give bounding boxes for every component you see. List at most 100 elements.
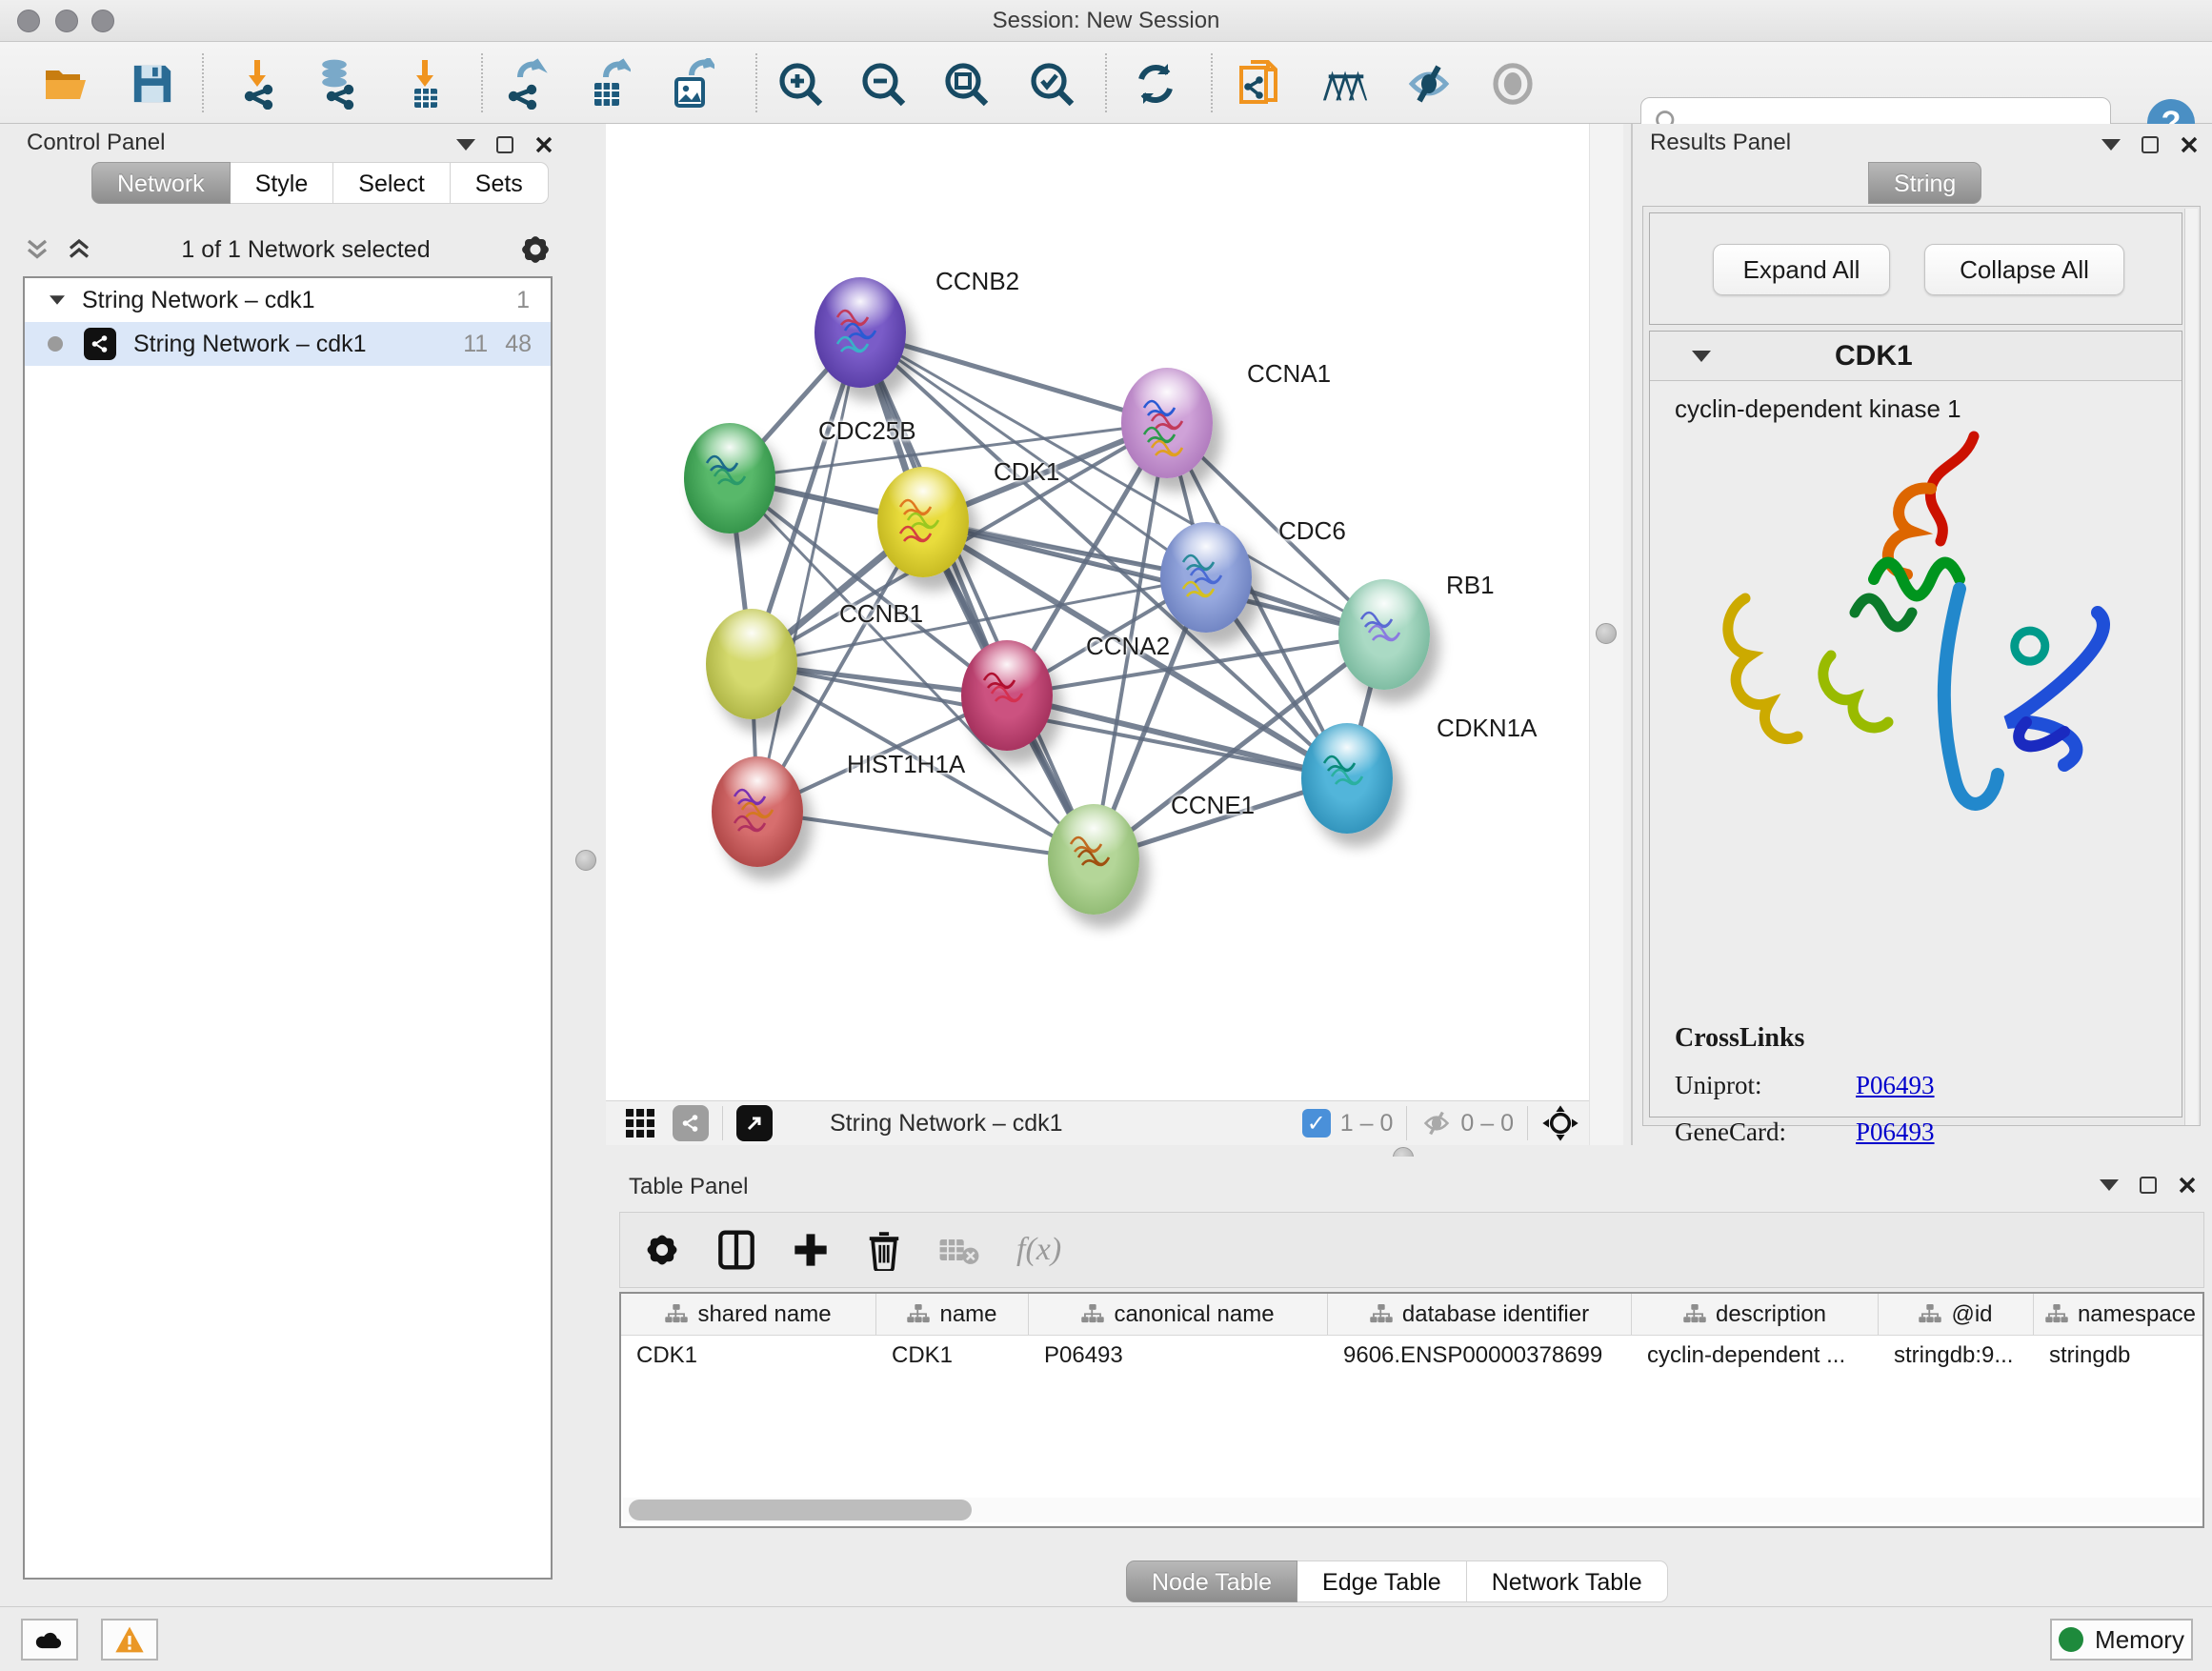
export-table-icon[interactable] [582,59,632,109]
column-header-name[interactable]: name [876,1294,1029,1335]
add-column-icon[interactable] [792,1231,830,1269]
network-node-cdk1[interactable] [877,467,969,577]
network-node-hist1h1a[interactable] [712,756,803,867]
network-node-cdc25b[interactable] [684,423,775,534]
tab-sets[interactable]: Sets [451,162,549,204]
tab-network[interactable]: Network [91,162,231,204]
warning-button[interactable] [101,1619,158,1661]
network-node-cdkn1a[interactable] [1301,723,1393,834]
network-view-icon[interactable] [673,1105,709,1141]
tab-style[interactable]: Style [231,162,334,204]
collapse-all-button[interactable]: Collapse All [1924,244,2124,295]
node-label-ccna2: CCNA2 [1086,632,1170,661]
left-splitter-handle[interactable] [575,850,596,871]
zoom-in-icon[interactable] [775,59,825,109]
column-header-namespace[interactable]: namespace [2034,1294,2204,1335]
network-node-ccna2[interactable] [961,640,1053,751]
export-network-icon[interactable] [502,59,552,109]
network-row-selected[interactable]: String Network – cdk1 11 48 [25,322,551,366]
table-cell[interactable]: stringdb:9... [1879,1336,2034,1378]
column-header-@id[interactable]: @id [1879,1294,2034,1335]
tab-edge-table[interactable]: Edge Table [1297,1560,1467,1602]
hide-eye-icon[interactable] [1404,59,1454,109]
network-node-ccne1[interactable] [1048,804,1139,915]
gene-collapse-icon[interactable] [1692,351,1711,362]
column-header-shared-name[interactable]: shared name [621,1294,876,1335]
table-tabs: Node TableEdge TableNetwork Table [1126,1560,1668,1602]
table-hscrollbar[interactable] [623,1498,2201,1522]
table-row[interactable]: CDK1CDK1P064939606.ENSP00000378699cyclin… [621,1336,2202,1378]
tab-select[interactable]: Select [333,162,450,204]
expand-all-icon[interactable] [65,235,93,264]
table-options-gear-icon[interactable] [643,1231,681,1269]
network-node-rb1[interactable] [1338,579,1430,690]
show-eye-icon[interactable] [1488,59,1538,109]
delete-column-icon[interactable] [866,1229,902,1271]
zoom-selected-icon[interactable] [1027,59,1076,109]
network-node-ccnb1[interactable] [706,609,797,719]
column-header-database-identifier[interactable]: database identifier [1328,1294,1632,1335]
panel-close-icon[interactable] [534,135,553,154]
results-scrollbar[interactable] [2184,209,2198,1125]
import-network-icon[interactable] [232,59,282,109]
toolbar-separator [1105,53,1107,112]
tab-network-table[interactable]: Network Table [1467,1560,1668,1602]
grid-view-icon[interactable] [623,1106,657,1140]
birds-eye-view-icon[interactable] [1541,1104,1579,1142]
panel-collapse-icon[interactable] [2100,1179,2119,1191]
node-table[interactable]: shared namenamecanonical namedatabase id… [619,1292,2204,1528]
gene-panel: CDK1 cyclin-dependent kinase 1 [1649,331,2182,1117]
column-header-description[interactable]: description [1632,1294,1879,1335]
panel-float-icon[interactable] [2140,1177,2157,1194]
export-image-icon[interactable] [666,59,715,109]
panel-close-icon[interactable] [2180,135,2199,154]
table-cell[interactable]: 9606.ENSP00000378699 [1328,1336,1632,1378]
panel-float-icon[interactable] [496,136,513,153]
network-node-ccna1[interactable] [1121,368,1213,478]
show-columns-icon[interactable] [717,1229,755,1271]
zoom-fit-icon[interactable] [941,59,991,109]
table-cell[interactable]: stringdb [2034,1336,2204,1378]
delete-table-icon[interactable] [938,1233,980,1267]
cloud-button[interactable] [21,1619,78,1661]
panel-collapse-icon[interactable] [456,139,475,151]
right-splitter-handle[interactable] [1596,623,1617,644]
panel-float-icon[interactable] [2142,136,2159,153]
tree-expand-icon[interactable] [50,295,65,305]
memory-button[interactable]: Memory [2050,1619,2193,1661]
selected-checkbox-icon[interactable]: ✓ [1302,1109,1331,1137]
table-cell[interactable]: CDK1 [621,1336,876,1378]
tab-node-table[interactable]: Node Table [1126,1560,1297,1602]
tab-string[interactable]: String [1868,162,1981,204]
crosslink-link[interactable]: P06493 [1856,1071,1935,1100]
table-cell[interactable]: CDK1 [876,1336,1029,1378]
toolbar-separator [481,53,483,112]
expand-all-button[interactable]: Expand All [1713,244,1890,295]
control-panel-tabs: NetworkStyleSelectSets [91,162,549,204]
zoom-out-icon[interactable] [858,59,908,109]
table-cell[interactable]: P06493 [1029,1336,1328,1378]
network-node-cdc6[interactable] [1160,522,1252,633]
refresh-icon[interactable] [1131,59,1180,109]
import-database-icon[interactable] [311,59,360,109]
column-header-canonical-name[interactable]: canonical name [1029,1294,1328,1335]
network-canvas[interactable]: CCNB2CCNA1CDC25BCDK1CDC6RB1CCNB1CCNA2CDK… [606,124,1589,1100]
panel-collapse-icon[interactable] [2101,139,2121,151]
table-cell[interactable]: cyclin-dependent ... [1632,1336,1879,1378]
open-in-new-window-icon[interactable] [736,1105,773,1141]
function-builder-icon[interactable]: f(x) [1016,1232,1061,1268]
collapse-all-icon[interactable] [23,235,51,264]
network-node-ccnb2[interactable] [814,277,906,388]
open-folder-icon[interactable] [42,59,91,109]
first-neighbors-icon[interactable] [1321,59,1371,109]
crosslink-link[interactable]: P06493 [1856,1117,1935,1147]
network-options-gear-icon[interactable] [518,232,553,267]
crosslinks-title: CrossLinks [1675,1023,2118,1054]
gene-header[interactable]: CDK1 [1650,332,2182,381]
table-hscroll-thumb[interactable] [629,1500,972,1520]
copy-style-icon[interactable] [1235,59,1284,109]
panel-close-icon[interactable] [2178,1176,2197,1195]
network-collection-row[interactable]: String Network – cdk1 1 [25,278,551,322]
import-table-icon[interactable] [400,59,450,109]
save-icon[interactable] [128,59,177,109]
